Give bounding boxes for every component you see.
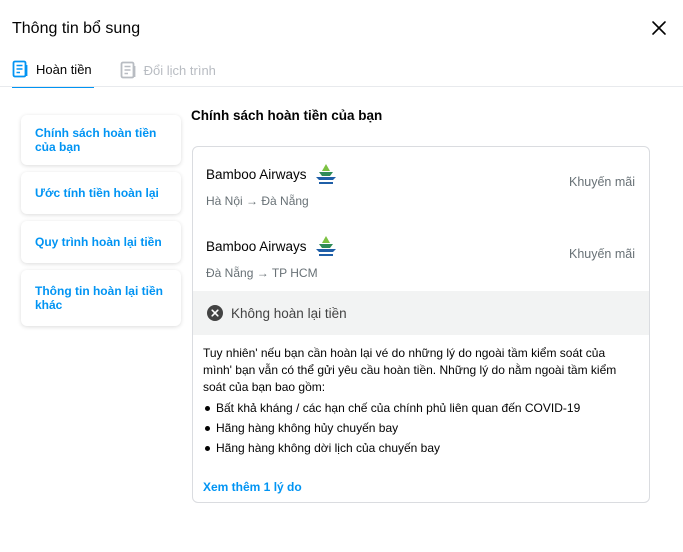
refund-policy-card: Bamboo Airways Hà Nội → Đà Nẵng Khuyến m… [192,146,650,503]
document-list-icon [12,60,28,78]
flight-row: Bamboo Airways Đà Nẵng → TP HCM Khuyến m… [193,219,649,291]
bamboo-airways-logo-icon [315,236,336,256]
list-item: Hãng hàng không dời lịch của chuyến bay [203,440,635,457]
fare-type: Khuyến mãi [568,175,635,189]
fare-type: Khuyến mãi [568,247,635,261]
tab-refund[interactable]: Hoàn tiền [12,60,94,88]
side-nav-item-refund-policy[interactable]: Chính sách hoàn tiền của bạn [21,115,181,165]
side-nav-item-refund-process[interactable]: Quy trình hoàn lại tiền [21,221,181,263]
see-more-link[interactable]: Xem thêm 1 lý do [203,480,302,494]
dialog-title: Thông tin bổ sung [12,20,141,37]
side-nav: Chính sách hoàn tiền của bạn Ước tính ti… [21,115,181,326]
flight-row: Bamboo Airways Hà Nội → Đà Nẵng Khuyến m… [193,147,649,219]
list-item: Bất khả kháng / các hạn chế của chính ph… [203,400,635,417]
flight-route: Hà Nội → Đà Nẵng [206,194,309,208]
bamboo-airways-logo-icon [315,164,336,184]
side-nav-item-refund-estimate[interactable]: Ước tính tiền hoàn lại [21,172,181,214]
refund-status-banner: Không hoàn lại tiền [193,291,649,335]
tab-label: Đổi lịch trình [143,62,216,78]
refund-status-label: Không hoàn lại tiền [231,305,347,321]
close-button[interactable] [649,18,669,38]
side-nav-item-other-refund-info[interactable]: Thông tin hoàn lại tiền khác [21,270,181,326]
document-list-icon [120,61,136,79]
airline-name: Bamboo Airways [206,166,307,182]
flight-route: Đà Nẵng → TP HCM [206,266,318,280]
tab-label: Hoàn tiền [36,61,92,77]
tab-reschedule[interactable]: Đổi lịch trình [120,60,216,88]
close-icon [652,21,666,35]
tab-bar: Hoàn tiền Đổi lịch trình [12,60,216,88]
reasons-list: Bất khả kháng / các hạn chế của chính ph… [203,400,635,457]
refund-description: Tuy nhiên' nếu bạn cần hoàn lại vé do nh… [203,345,635,460]
description-text: Tuy nhiên' nếu bạn cần hoàn lại vé do nh… [203,346,617,394]
x-circle-icon [207,305,223,321]
airline-name: Bamboo Airways [206,238,307,254]
divider [0,86,683,87]
list-item: Hãng hàng không hủy chuyến bay [203,420,635,437]
section-title: Chính sách hoàn tiền của bạn [191,108,383,123]
